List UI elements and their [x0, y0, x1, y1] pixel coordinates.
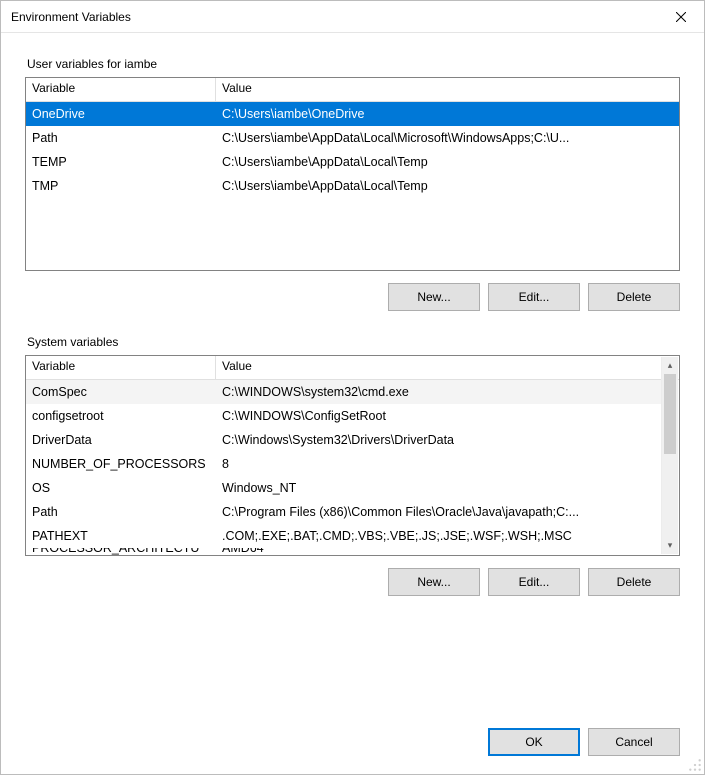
user-variables-list[interactable]: Variable Value OneDriveC:\Users\iambe\On…	[25, 77, 680, 271]
column-header-variable[interactable]: Variable	[26, 78, 216, 102]
column-header-value[interactable]: Value	[216, 356, 679, 380]
cell-value: AMD64	[216, 548, 662, 555]
cell-variable: Path	[26, 500, 216, 524]
user-variables-label: User variables for iambe	[27, 57, 680, 71]
system-variables-label: System variables	[27, 335, 680, 349]
cell-value: C:\Users\iambe\AppData\Local\Temp	[216, 174, 679, 198]
system-new-button[interactable]: New...	[388, 568, 480, 596]
dialog-content: User variables for iambe Variable Value …	[1, 33, 704, 632]
user-buttons-row: New... Edit... Delete	[25, 283, 680, 311]
close-button[interactable]	[658, 1, 704, 33]
cell-variable: OneDrive	[26, 102, 216, 126]
cell-value: C:\Users\iambe\AppData\Local\Microsoft\W…	[216, 126, 679, 150]
cell-variable: PATHEXT	[26, 524, 216, 548]
cell-variable: OS	[26, 476, 216, 500]
cell-value: C:\Windows\System32\Drivers\DriverData	[216, 428, 662, 452]
table-row[interactable]: PATHEXT.COM;.EXE;.BAT;.CMD;.VBS;.VBE;.JS…	[26, 524, 662, 548]
scrollbar[interactable]: ▴ ▾	[661, 357, 678, 554]
table-row[interactable]: configsetrootC:\WINDOWS\ConfigSetRoot	[26, 404, 662, 428]
window-title: Environment Variables	[11, 10, 131, 24]
titlebar: Environment Variables	[1, 1, 704, 33]
cell-value: C:\WINDOWS\ConfigSetRoot	[216, 404, 662, 428]
table-row[interactable]: OSWindows_NT	[26, 476, 662, 500]
cell-value: C:\WINDOWS\system32\cmd.exe	[216, 380, 662, 404]
scrollbar-thumb[interactable]	[664, 374, 676, 454]
cell-value: C:\Program Files (x86)\Common Files\Orac…	[216, 500, 662, 524]
dialog-buttons: OK Cancel	[488, 728, 680, 756]
cell-variable: TMP	[26, 174, 216, 198]
cell-variable: configsetroot	[26, 404, 216, 428]
cell-value: C:\Users\iambe\OneDrive	[216, 102, 679, 126]
scrollbar-track[interactable]	[662, 374, 678, 537]
cell-variable: Path	[26, 126, 216, 150]
system-delete-button[interactable]: Delete	[588, 568, 680, 596]
table-row[interactable]: DriverDataC:\Windows\System32\Drivers\Dr…	[26, 428, 662, 452]
resize-grip-icon[interactable]	[688, 758, 702, 772]
table-row[interactable]: ComSpecC:\WINDOWS\system32\cmd.exe	[26, 380, 662, 404]
list-header: Variable Value	[26, 78, 679, 102]
scroll-up-arrow-icon[interactable]: ▴	[662, 357, 678, 374]
system-edit-button[interactable]: Edit...	[488, 568, 580, 596]
cell-variable: TEMP	[26, 150, 216, 174]
cell-variable: ComSpec	[26, 380, 216, 404]
cell-variable: PROCESSOR_ARCHITECTU	[26, 548, 216, 555]
close-icon	[676, 12, 686, 22]
cell-value: C:\Users\iambe\AppData\Local\Temp	[216, 150, 679, 174]
list-header: Variable Value	[26, 356, 679, 380]
table-row[interactable]: OneDriveC:\Users\iambe\OneDrive	[26, 102, 679, 126]
user-delete-button[interactable]: Delete	[588, 283, 680, 311]
user-new-button[interactable]: New...	[388, 283, 480, 311]
system-variables-list[interactable]: Variable Value ComSpecC:\WINDOWS\system3…	[25, 355, 680, 556]
table-row[interactable]: PROCESSOR_ARCHITECTUAMD64	[26, 548, 662, 555]
column-header-variable[interactable]: Variable	[26, 356, 216, 380]
scroll-down-arrow-icon[interactable]: ▾	[662, 537, 678, 554]
table-row[interactable]: PathC:\Program Files (x86)\Common Files\…	[26, 500, 662, 524]
cell-value: .COM;.EXE;.BAT;.CMD;.VBS;.VBE;.JS;.JSE;.…	[216, 524, 662, 548]
table-row[interactable]: TEMPC:\Users\iambe\AppData\Local\Temp	[26, 150, 679, 174]
table-row[interactable]: PathC:\Users\iambe\AppData\Local\Microso…	[26, 126, 679, 150]
system-buttons-row: New... Edit... Delete	[25, 568, 680, 596]
ok-button[interactable]: OK	[488, 728, 580, 756]
cell-value: 8	[216, 452, 662, 476]
user-variables-group: User variables for iambe Variable Value …	[25, 57, 680, 311]
system-variables-group: System variables Variable Value ComSpecC…	[25, 335, 680, 596]
column-header-value[interactable]: Value	[216, 78, 679, 102]
cancel-button[interactable]: Cancel	[588, 728, 680, 756]
cell-variable: DriverData	[26, 428, 216, 452]
cell-value: Windows_NT	[216, 476, 662, 500]
table-row[interactable]: TMPC:\Users\iambe\AppData\Local\Temp	[26, 174, 679, 198]
user-edit-button[interactable]: Edit...	[488, 283, 580, 311]
table-row[interactable]: NUMBER_OF_PROCESSORS8	[26, 452, 662, 476]
cell-variable: NUMBER_OF_PROCESSORS	[26, 452, 216, 476]
